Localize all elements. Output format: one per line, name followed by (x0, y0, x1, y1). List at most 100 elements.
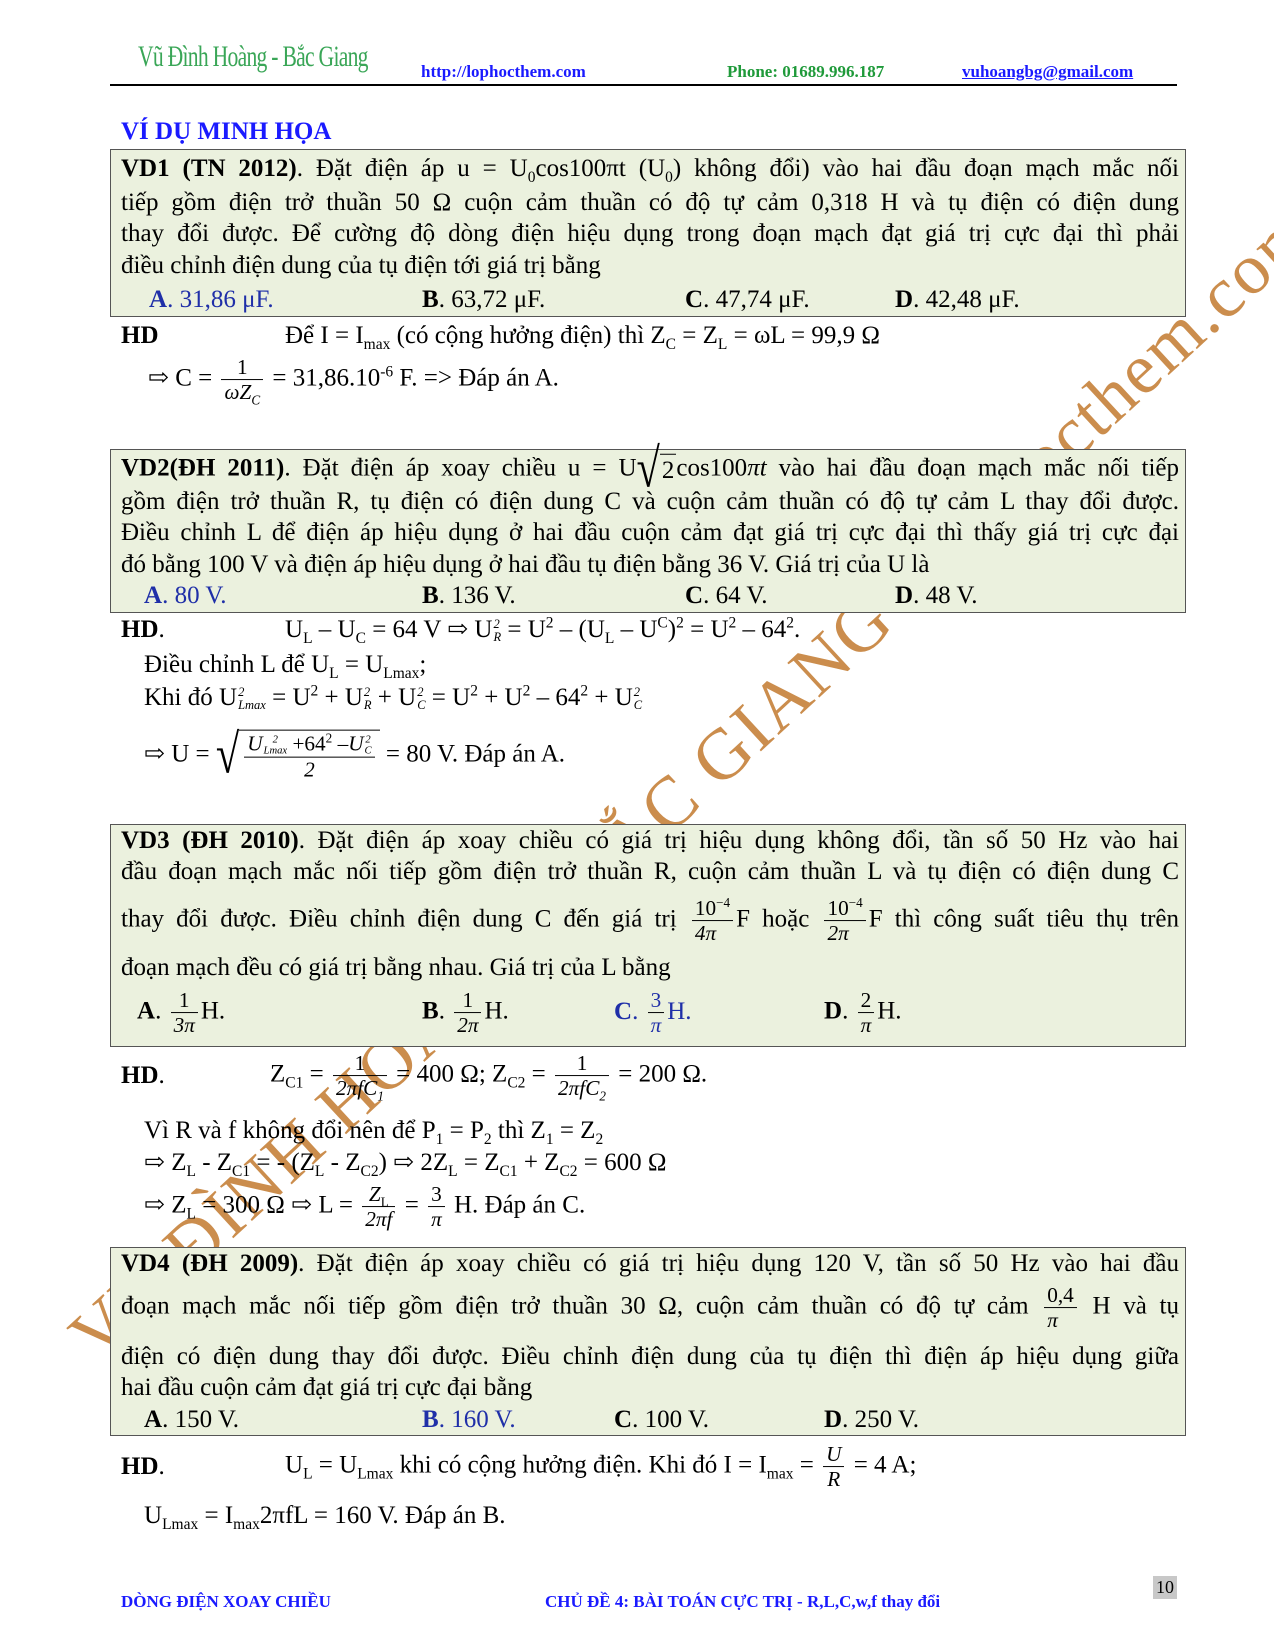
text-run: . (158, 1062, 165, 1089)
italic-symbol: Z (369, 1182, 381, 1206)
text-run: . 136 V. (438, 582, 516, 609)
answer-option-C: C. 64 V. (685, 581, 767, 611)
text-run: ⇨ Z (144, 1191, 187, 1219)
bold-label: D (824, 1406, 842, 1433)
text-run: π (860, 1013, 872, 1038)
text-run: π (650, 1013, 662, 1038)
text-run: = 600 Ω (577, 1149, 667, 1176)
text-run: A (137, 997, 156, 1025)
sup-sub-stack: 2R (364, 686, 372, 712)
text-run: = U (312, 1451, 358, 1479)
text-run: = ωL = 99,9 Ω (727, 322, 880, 349)
subscript: C (417, 698, 426, 713)
footer-center: CHỦ ĐỀ 4: BÀI TOÁN CỰC TRỊ - R,L,C,w,f t… (545, 1592, 941, 1611)
text-run: = (303, 1060, 330, 1088)
text-run: hai đầu cuộn cảm đạt giá trị cực đại bằn… (121, 1374, 533, 1401)
subscript: L (303, 1465, 313, 1483)
example-line: hai đầu cuộn cảm đạt giá trị cực đại bằn… (121, 1373, 532, 1403)
text-run: (có cộng hưởng điện) thì Z (390, 322, 666, 349)
text-run: B (422, 1406, 439, 1433)
superscript: -6 (380, 363, 394, 381)
denominator: 2 (244, 758, 374, 782)
text-run: = P (443, 1117, 484, 1144)
subscript: max (363, 336, 391, 353)
hd-label: HD. (121, 1452, 165, 1482)
text-run: VD2(ĐH 2011) (121, 454, 285, 482)
text-run: ωZ (224, 380, 252, 405)
subscript: Lmax (357, 1465, 394, 1483)
text-run: điều chỉnh điện dung của tụ điện tới giá… (121, 252, 601, 279)
text-run: khi có cộng hưởng điện. Khi đó I = I (393, 1451, 767, 1479)
text-run: . Đặt điện áp u = U (296, 155, 528, 182)
text-run: + Z (517, 1149, 560, 1176)
text-run: 1 (236, 355, 248, 380)
text-run: 1 (178, 988, 190, 1013)
text-run: H. (667, 997, 692, 1025)
bold-label: HD (121, 322, 159, 349)
answer-option-B: B. 160 V. (422, 1405, 516, 1435)
bold-label: B (422, 286, 439, 313)
fraction: U 2 Lmax +642 –U 2 C 2 (244, 731, 375, 783)
text-run: đoạn mạch mắc nối tiếp gồm điện trở thuầ… (121, 1292, 1042, 1320)
text-run: D (895, 582, 914, 609)
text-run: +64 (287, 731, 326, 756)
solution-line: Điều chỉnh L để UL = ULmax; (144, 650, 426, 681)
text-run: 2 (304, 757, 315, 782)
text-run: 2 (860, 988, 872, 1013)
fraction: 10−4 2π (824, 896, 866, 946)
bold-label: HD (121, 1453, 159, 1480)
text-run: . 42,48 μF. (913, 286, 1020, 313)
text-run: . Đặt điện áp xoay chiều có giá trị hiệu… (298, 827, 1179, 854)
text-run: B (422, 582, 439, 609)
solution-line: ⇨ C = 1 ωZC = 31,86.10-6 F. => Đáp án A. (148, 355, 559, 408)
bold-label: D (895, 286, 913, 313)
numerator: 1 (170, 988, 198, 1014)
text-run: = (793, 1451, 821, 1479)
subscript: C1 (499, 1163, 518, 1180)
text-run: VD4 (ĐH 2009) (121, 1250, 299, 1277)
denominator: π (648, 1014, 665, 1038)
square-root: √ U 2 Lmax +642 –U 2 C 2 (216, 728, 380, 783)
text-run: ⇨ Z (144, 1149, 187, 1176)
text-run: Z (368, 1182, 381, 1207)
text-run: = (525, 1060, 553, 1088)
fraction: 3π (647, 988, 665, 1038)
text-run: thay đổi được. Để cường độ dòng điện hiệ… (121, 220, 1179, 247)
text-run: vào hai đầu đoạn mạch mắc nối tiếp (766, 454, 1179, 482)
italic-symbol: U (247, 732, 262, 756)
text-run: – (332, 731, 349, 756)
superscript: −4 (716, 894, 731, 910)
bold-label: C (614, 1406, 632, 1433)
text-run: U (285, 616, 304, 643)
text-run: . (438, 997, 452, 1025)
sup-sub-stack: 2C (417, 686, 425, 712)
fraction: 1 3π (170, 988, 198, 1038)
text-run: . Đặt điện áp xoay chiều có giá trị hiệu… (298, 1250, 1179, 1277)
text-run: tiếp gồm điện trở thuần 50 Ω cuộn cảm th… (121, 189, 1179, 216)
text-run: F thì công suất tiêu thụ trên (868, 905, 1179, 933)
answer-option-A: A. 31,86 μF. (149, 285, 274, 315)
website-link[interactable]: http://lophocthem.com (421, 62, 586, 82)
sup-sub-stack: 2C (634, 686, 642, 712)
superscript: 2 (580, 682, 589, 700)
text-run: + U (477, 684, 523, 711)
text-run: = - (Z (250, 1149, 315, 1176)
text-run: 10 (827, 896, 849, 921)
text-run: – U (312, 616, 356, 643)
numerator: U (823, 1442, 845, 1468)
subscript: 1 (545, 1131, 554, 1148)
bold-label: C (685, 582, 703, 609)
answer-option-D: D. 42,48 μF. (895, 285, 1020, 315)
email-link[interactable]: vuhoangbg@gmail.com (962, 62, 1133, 82)
text-run: – U (614, 616, 658, 643)
solution-line: ⇨ U = √ U 2 Lmax +642 –U 2 C 2 = 80 V. Đáp án … (144, 728, 565, 783)
text-run: . (158, 1453, 165, 1480)
fraction: 3π (428, 1182, 445, 1232)
subscript: max (766, 1465, 794, 1483)
denominator: 2π (454, 1014, 481, 1038)
solution-line: ZC1 = 1 2πfC1 = 400 Ω; ZC2 = 1 2πfC2 = 200… (270, 1051, 707, 1103)
subscript: C (251, 392, 261, 408)
text-run: . (842, 997, 855, 1025)
text-run: F hoặc (736, 905, 822, 933)
solution-line: Để I = Imax (có cộng hưởng điện) thì ZC … (285, 321, 880, 353)
